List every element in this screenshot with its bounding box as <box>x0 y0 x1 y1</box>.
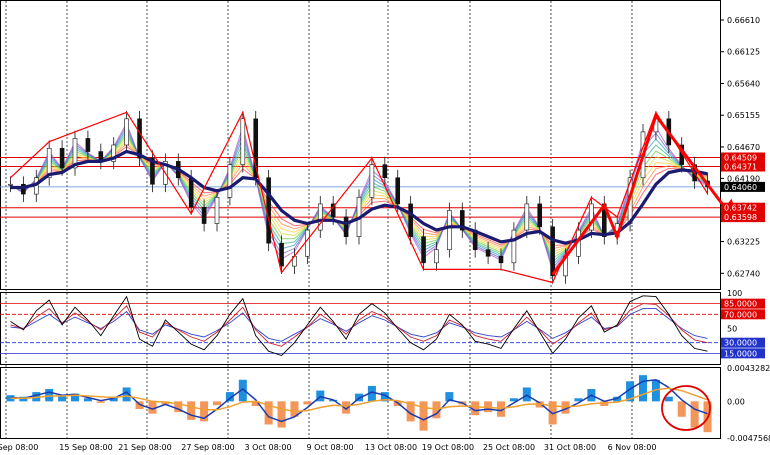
candle-body <box>266 177 271 244</box>
macd-histogram-bar <box>213 401 221 406</box>
rsi-tick-label: 100 <box>727 289 742 298</box>
candle-body <box>137 118 142 159</box>
candle-body <box>188 177 194 208</box>
macd-panel <box>6 375 712 433</box>
candle-body <box>537 203 543 228</box>
chart-canvas[interactable]: Sep 08:00 15 Sep 08:00 21 Sep 08:00 27 Sep … <box>0 0 770 455</box>
level-label: 0.64509 <box>724 154 757 163</box>
rsi-level-label: 70.0000 <box>724 310 757 319</box>
x-tick-label: Sep 08:00 <box>0 443 38 452</box>
candle-body <box>382 164 388 179</box>
x-tick-label: 3 Oct 08:00 <box>244 443 291 452</box>
level-label: 0.63598 <box>724 213 757 222</box>
candle-body <box>59 147 65 169</box>
x-tick-label: 25 Oct 08:00 <box>483 443 535 452</box>
x-tick-label: 19 Oct 08:00 <box>422 443 474 452</box>
macd-histogram-bar <box>277 401 286 428</box>
x-tick-label: 13 Oct 08:00 <box>365 443 417 452</box>
candle-body <box>498 255 504 264</box>
level-label: 0.63742 <box>724 204 757 213</box>
candle-body <box>511 229 517 264</box>
candle-body <box>201 206 207 224</box>
rsi-level-label: 15.0000 <box>724 349 757 358</box>
current-price-label: 0.64060 <box>724 183 757 192</box>
candle-body <box>85 138 91 152</box>
candle-body <box>240 118 246 165</box>
price-panel <box>0 110 720 284</box>
rsi-panel <box>0 295 720 357</box>
macd-histogram-bar <box>664 396 673 402</box>
rsi-tick-label: 50 <box>727 325 737 334</box>
rsi-line-fast <box>10 295 708 357</box>
candle-body <box>550 226 555 277</box>
macd-tick-label: 0.00 <box>727 397 745 406</box>
x-tick-label: 27 Sep 08:00 <box>181 443 234 452</box>
candle-body <box>253 118 259 179</box>
level-label: 0.64371 <box>724 163 757 172</box>
macd-tick-label: 0.0043282 <box>727 364 770 373</box>
rsi-line-mid <box>10 303 708 347</box>
candle-body <box>369 164 375 198</box>
candle-body <box>395 177 401 205</box>
y-tick-label: 0.66125 <box>727 48 760 57</box>
x-tick-label: 15 Sep 08:00 <box>59 443 112 452</box>
chart-window[interactable]: Sep 08:00 15 Sep 08:00 21 Sep 08:00 27 Sep … <box>0 0 770 455</box>
y-tick-label: 0.65640 <box>727 79 760 88</box>
rsi-level-label: 30.0000 <box>724 339 757 348</box>
y-tick-label: 0.66610 <box>727 16 760 25</box>
candle-body <box>227 164 233 198</box>
macd-histogram-bar <box>96 401 105 403</box>
candle-body <box>447 210 452 251</box>
candle-body <box>214 197 220 224</box>
candle-body <box>408 203 413 237</box>
y-tick-label: 0.65155 <box>727 111 760 120</box>
candle-body <box>279 242 284 267</box>
candle-body <box>124 118 129 146</box>
y-tick-label: 0.62740 <box>727 269 760 278</box>
macd-histogram-bar <box>45 389 54 402</box>
candle-body <box>421 236 426 264</box>
macd-histogram-bar <box>639 375 647 402</box>
x-tick-label: 6 Nov 08:00 <box>608 443 657 452</box>
macd-histogram-bar <box>187 401 196 420</box>
macd-tick-label: -0.0047568 <box>727 434 770 443</box>
y-tick-label: 0.64670 <box>727 143 760 152</box>
y-tick-label: 0.63225 <box>727 238 760 247</box>
x-tick-label: 31 Oct 08:00 <box>544 443 596 452</box>
candle-body <box>434 249 439 264</box>
x-tick-label: 21 Sep 08:00 <box>118 443 171 452</box>
candle-body <box>343 216 349 237</box>
candle-body <box>8 183 13 186</box>
macd-histogram-bar <box>58 395 67 402</box>
candle-body <box>305 229 310 257</box>
macd-histogram-bar <box>677 401 686 417</box>
x-tick-label: 9 Oct 08:00 <box>306 443 353 452</box>
candle-body <box>485 249 491 257</box>
macd-histogram-bar <box>419 401 428 431</box>
candle-body <box>524 203 530 231</box>
macd-histogram-bar <box>303 401 312 405</box>
rsi-level-label: 85.0000 <box>724 300 757 309</box>
macd-histogram-bar <box>690 401 699 428</box>
price-panel-frame <box>0 0 721 290</box>
